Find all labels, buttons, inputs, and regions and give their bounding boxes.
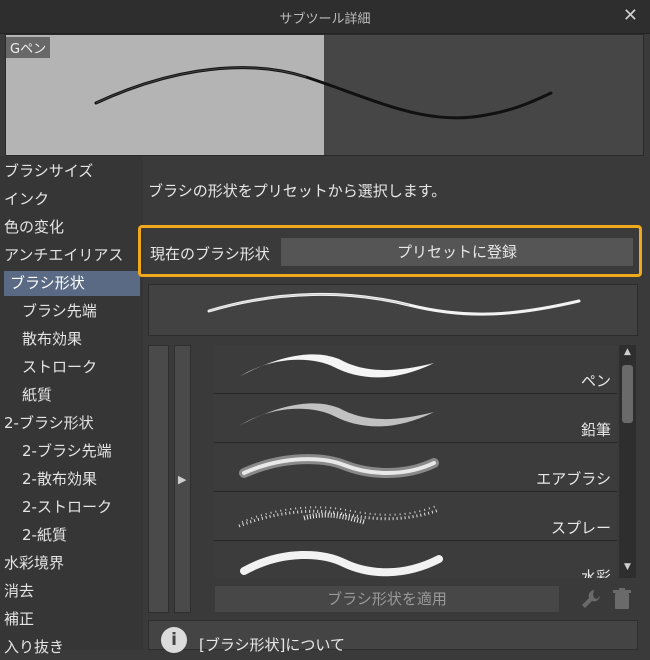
watercolor-stroke-sample: [240, 550, 443, 577]
sidebar-item-color-change[interactable]: 色の変化: [4, 215, 140, 240]
scroll-up-icon[interactable]: ▲: [621, 347, 634, 361]
trash-icon[interactable]: [612, 588, 632, 610]
preset-list: ペン 鉛筆 エアブラシ スプレー 水彩: [214, 345, 617, 578]
shape-preview-stroke: [207, 292, 581, 316]
sidebar-item-correction[interactable]: 補正: [4, 607, 140, 632]
scroll-down-icon[interactable]: ▼: [621, 562, 634, 576]
sidebar-item-erase[interactable]: 消去: [4, 579, 140, 604]
sidebar-item-brush-size[interactable]: ブラシサイズ: [4, 159, 140, 184]
sidebar-item-antialias[interactable]: アンチエイリアス: [4, 243, 140, 268]
preset-name: 鉛筆: [580, 421, 611, 439]
sidebar-item-2-brush-tip[interactable]: 2-ブラシ先端: [22, 439, 140, 464]
preset-item-spray[interactable]: スプレー: [214, 492, 617, 541]
info-bar: i [ブラシ形状]について: [148, 620, 638, 654]
apply-brush-shape-button[interactable]: ブラシ形状を適用: [214, 585, 560, 613]
sidebar-item-2-brush-shape[interactable]: 2-ブラシ形状: [4, 411, 140, 436]
preset-item-airbrush[interactable]: エアブラシ: [214, 443, 617, 492]
info-text[interactable]: [ブラシ形状]について: [199, 634, 345, 655]
sidebar-item-brush-tip[interactable]: ブラシ先端: [22, 299, 140, 324]
sidebar-item-texture[interactable]: 紙質: [22, 383, 140, 408]
expand-groups-toggle[interactable]: ▶: [174, 345, 191, 613]
window-title: サブツール詳細: [279, 12, 371, 27]
sidebar-item-2-spray-effect[interactable]: 2-散布効果: [22, 467, 140, 492]
preset-name: ペン: [580, 372, 611, 390]
sidebar-item-taper[interactable]: 入り抜き: [4, 635, 140, 660]
pencil-stroke-sample: [239, 403, 434, 427]
close-icon[interactable]: ✕: [623, 5, 638, 26]
current-shape-label: 現在のブラシ形状: [150, 245, 270, 263]
sidebar-item-spray-effect[interactable]: 散布効果: [22, 327, 140, 352]
preset-group-strip[interactable]: [148, 345, 169, 613]
stroke-preview-area: Gペン: [5, 34, 644, 156]
info-icon: i: [161, 627, 187, 653]
preset-name: エアブラシ: [536, 470, 611, 488]
pen-stroke-sample: [239, 354, 434, 378]
preset-item-watercolor[interactable]: 水彩: [214, 541, 617, 578]
preset-scrollbar[interactable]: ▲ ▼: [619, 345, 636, 578]
title-bar: サブツール詳細 ✕: [0, 0, 650, 34]
preset-name: スプレー: [550, 519, 611, 537]
preset-item-pencil[interactable]: 鉛筆: [214, 394, 617, 443]
preset-item-pen[interactable]: ペン: [214, 345, 617, 394]
sidebar-item-2-stroke[interactable]: 2-ストローク: [22, 495, 140, 520]
triangle-right-icon: ▶: [178, 473, 187, 486]
category-sidebar: ブラシサイズ インク 色の変化 アンチエイリアス ブラシ形状 ブラシ先端 散布効…: [0, 156, 143, 656]
sidebar-item-2-texture[interactable]: 2-紙質: [22, 523, 140, 548]
sidebar-item-watercolor-edge[interactable]: 水彩境界: [4, 551, 140, 576]
tool-name-label: Gペン: [6, 37, 51, 58]
preset-name: 水彩: [580, 568, 611, 578]
register-preset-button[interactable]: プリセットに登録: [280, 237, 634, 267]
sidebar-item-brush-shape[interactable]: ブラシ形状: [4, 271, 140, 296]
scroll-thumb[interactable]: [622, 365, 633, 423]
shape-stroke-preview: [148, 284, 638, 336]
description-text: ブラシの形状をプリセットから選択します。: [148, 182, 447, 200]
preview-stroke: [94, 66, 553, 120]
sidebar-item-ink[interactable]: インク: [4, 187, 140, 212]
sidebar-item-stroke[interactable]: ストローク: [22, 355, 140, 380]
wrench-icon[interactable]: [580, 588, 602, 610]
